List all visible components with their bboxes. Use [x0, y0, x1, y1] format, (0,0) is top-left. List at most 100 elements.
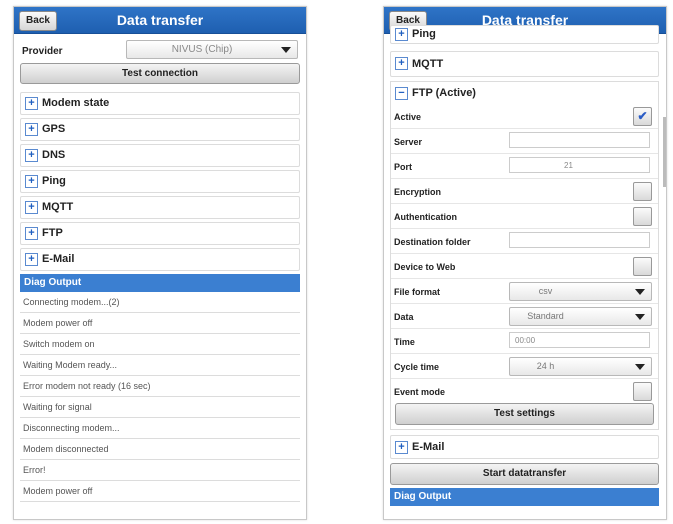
section-label: Ping: [412, 28, 436, 40]
chevron-down-icon: [281, 47, 291, 53]
section-dns[interactable]: + DNS: [20, 144, 300, 167]
section-label: FTP: [42, 227, 63, 239]
file-format-select[interactable]: csv: [509, 282, 652, 301]
expand-plus-icon: +: [25, 175, 38, 188]
diag-line: Switch modem on: [20, 334, 300, 355]
section-label: Modem state: [42, 97, 110, 109]
field-label: Port: [394, 162, 412, 172]
provider-select[interactable]: NIVUS (Chip): [126, 40, 298, 59]
section-label: FTP (Active): [412, 87, 476, 99]
section-label: MQTT: [412, 58, 444, 70]
authentication-checkbox[interactable]: [633, 207, 652, 226]
section-ftp[interactable]: + FTP: [20, 222, 300, 245]
expand-plus-icon: +: [395, 441, 408, 454]
field-label: Event mode: [394, 387, 446, 397]
select-value: csv: [538, 286, 553, 296]
field-label: Destination folder: [394, 237, 471, 247]
ftp-authentication-row: Authentication: [391, 204, 658, 229]
field-label: File format: [394, 287, 441, 297]
server-input[interactable]: [509, 132, 650, 148]
test-settings-wrap: Test settings: [391, 403, 658, 429]
diag-output: Diag Output Connecting modem...(2) Modem…: [14, 274, 306, 502]
section-gps[interactable]: + GPS: [20, 118, 300, 141]
diag-line: Waiting Modem ready...: [20, 355, 300, 376]
ftp-section: − FTP (Active) Active ✔ Server Port 21 Enc…: [390, 81, 659, 430]
ftp-server-row: Server: [391, 129, 658, 154]
field-label: Server: [394, 137, 423, 147]
ftp-section-header[interactable]: − FTP (Active): [391, 82, 658, 104]
data-select[interactable]: Standard: [509, 307, 652, 326]
left-content: Provider NIVUS (Chip) Test connection + M…: [14, 34, 306, 271]
field-label: Authentication: [394, 212, 457, 222]
section-label: Ping: [42, 175, 66, 187]
cycle-time-select[interactable]: 24 h: [509, 357, 652, 376]
diag-line: Error modem not ready (16 sec): [20, 376, 300, 397]
diag-line: Error!: [20, 460, 300, 481]
field-label: Encryption: [394, 187, 442, 197]
section-modem-state[interactable]: + Modem state: [20, 92, 300, 115]
port-input[interactable]: 21: [509, 157, 650, 173]
ftp-data-row: Data Standard: [391, 304, 658, 329]
section-email[interactable]: + E-Mail: [20, 248, 300, 271]
section-mqtt[interactable]: + MQTT: [390, 51, 659, 77]
section-label: MQTT: [42, 201, 74, 213]
device-to-web-checkbox[interactable]: [633, 257, 652, 276]
destination-folder-input[interactable]: [509, 232, 650, 248]
right-panel: Back Data transfer + Ping + MQTT − FTP (Ac…: [383, 6, 667, 520]
section-label: E-Mail: [412, 441, 445, 453]
field-label: Device to Web: [394, 262, 456, 272]
diag-output-header: Diag Output: [20, 274, 300, 292]
section-label: E-Mail: [42, 253, 75, 265]
test-connection-button[interactable]: Test connection: [20, 63, 300, 84]
section-ping[interactable]: + Ping: [390, 25, 659, 44]
expand-plus-icon: +: [25, 253, 38, 266]
field-label: Data: [394, 312, 414, 322]
expand-plus-icon: +: [25, 123, 38, 136]
ftp-encryption-row: Encryption: [391, 179, 658, 204]
expand-plus-icon: +: [25, 97, 38, 110]
diag-output-header: Diag Output: [390, 488, 659, 506]
left-panel: Back Data transfer Provider NIVUS (Chip)…: [13, 6, 307, 520]
chevron-down-icon: [635, 364, 645, 370]
chevron-down-icon: [635, 289, 645, 295]
test-settings-button[interactable]: Test settings: [395, 403, 654, 425]
expand-plus-icon: +: [395, 57, 408, 70]
expand-plus-icon: +: [25, 201, 38, 214]
ftp-active-row: Active ✔: [391, 104, 658, 129]
select-value: Standard: [527, 311, 564, 321]
ftp-device-to-web-row: Device to Web: [391, 254, 658, 279]
provider-value: NIVUS (Chip): [171, 44, 233, 55]
back-button[interactable]: Back: [19, 11, 57, 31]
section-email[interactable]: + E-Mail: [390, 435, 659, 459]
right-content: + Ping + MQTT − FTP (Active) Active ✔ Serve…: [384, 25, 666, 506]
page-title: Data transfer: [116, 12, 204, 28]
ftp-time-row: Time 00:00: [391, 329, 658, 354]
diag-line: Waiting for signal: [20, 397, 300, 418]
ftp-event-mode-row: Event mode: [391, 379, 658, 403]
provider-row: Provider NIVUS (Chip): [20, 40, 300, 60]
diag-line: Modem disconnected: [20, 439, 300, 460]
ftp-destination-row: Destination folder: [391, 229, 658, 254]
diag-line: Modem power off: [20, 313, 300, 334]
section-label: DNS: [42, 149, 66, 161]
chevron-down-icon: [635, 314, 645, 320]
active-checkbox[interactable]: ✔: [633, 107, 652, 126]
field-label: Cycle time: [394, 362, 440, 372]
section-label: GPS: [42, 123, 66, 135]
field-label: Active: [394, 112, 422, 122]
event-mode-checkbox[interactable]: [633, 382, 652, 401]
section-mqtt[interactable]: + MQTT: [20, 196, 300, 219]
diag-line: Connecting modem...(2): [20, 292, 300, 313]
diag-line: Modem power off: [20, 481, 300, 502]
expand-plus-icon: +: [25, 149, 38, 162]
select-value: 24 h: [536, 361, 555, 371]
time-input[interactable]: 00:00: [509, 332, 650, 348]
section-ping[interactable]: + Ping: [20, 170, 300, 193]
provider-label: Provider: [22, 46, 63, 57]
encryption-checkbox[interactable]: [633, 182, 652, 201]
start-datatransfer-button[interactable]: Start datatransfer: [390, 463, 659, 485]
expand-plus-icon: +: [25, 227, 38, 240]
diag-line: Disconnecting modem...: [20, 418, 300, 439]
header-bar: Back Data transfer: [14, 7, 306, 34]
ftp-cycle-time-row: Cycle time 24 h: [391, 354, 658, 379]
